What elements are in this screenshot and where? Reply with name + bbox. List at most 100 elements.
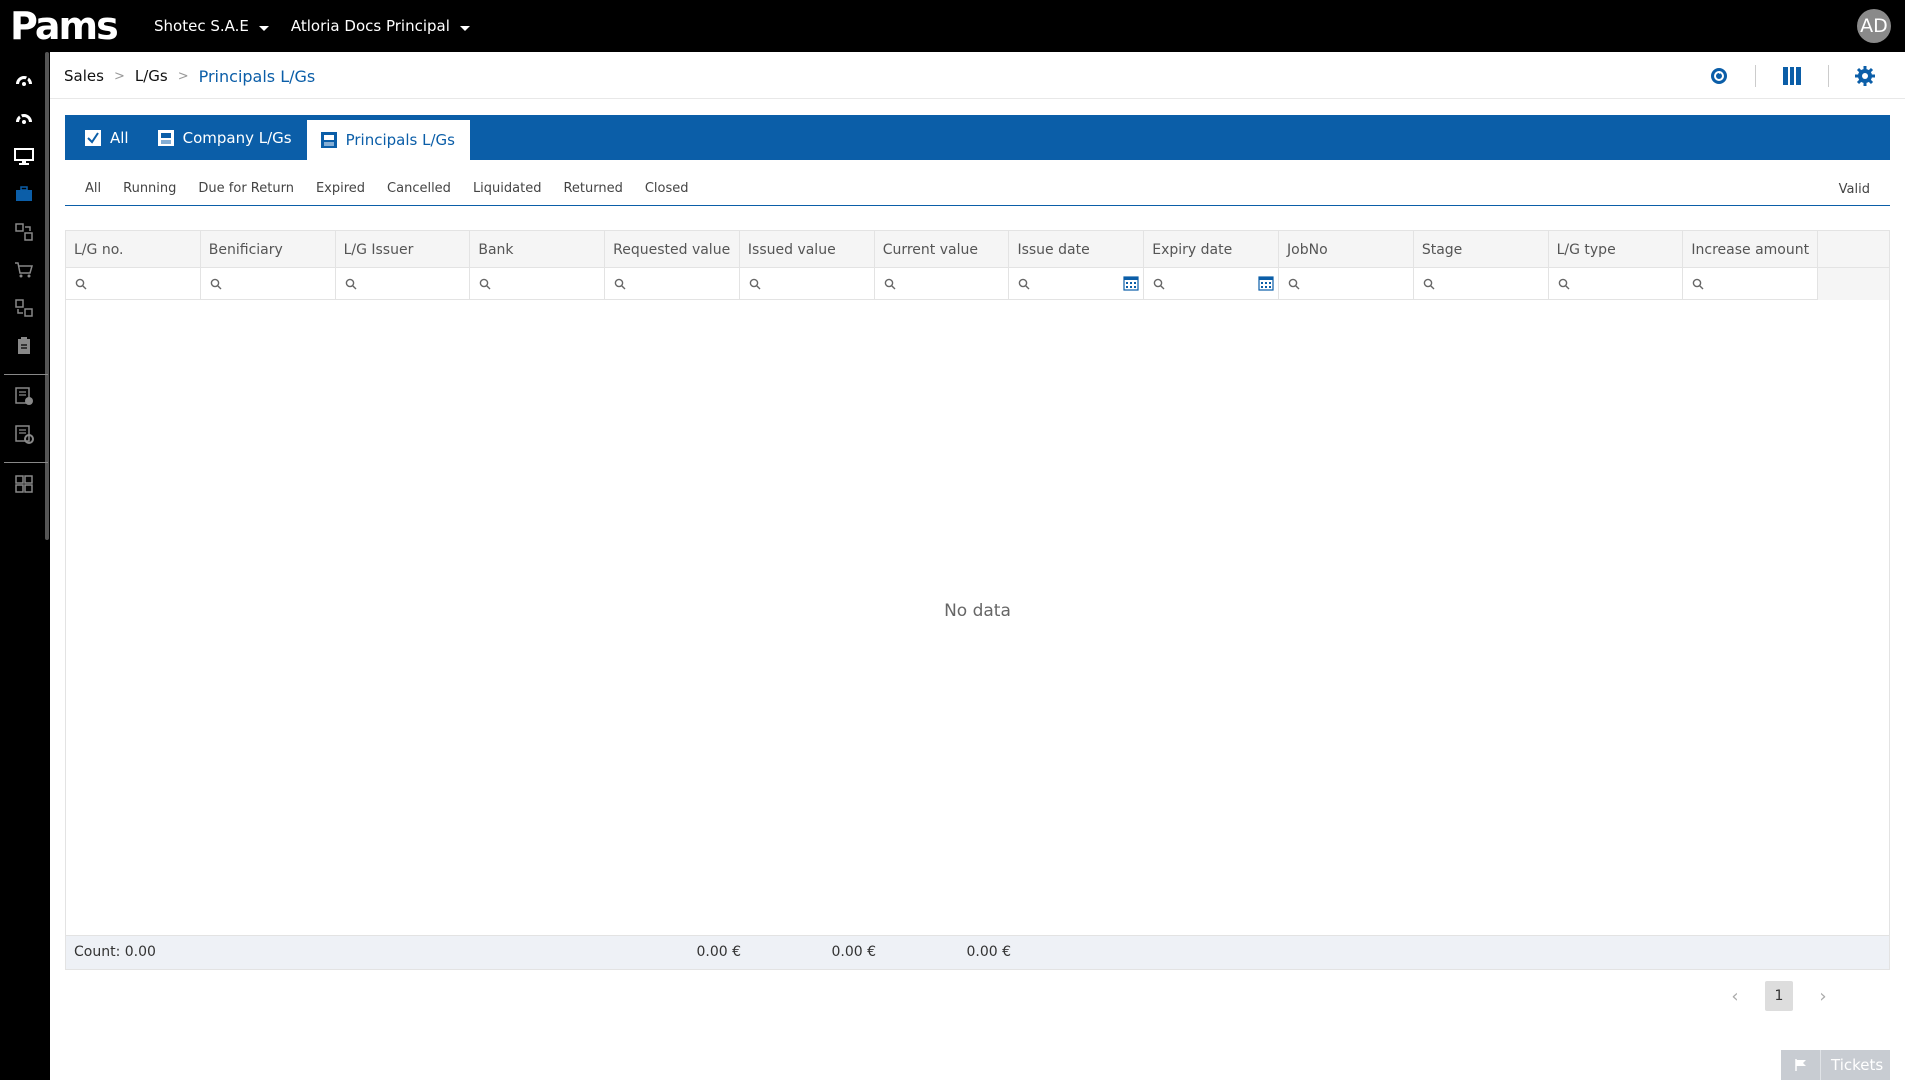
column-filter-input[interactable] [470, 268, 606, 300]
principal-doc-icon [320, 131, 338, 149]
status-filter-returned[interactable]: Returned [563, 181, 622, 196]
clipboard-icon[interactable] [13, 335, 35, 357]
column-filter-input[interactable] [66, 268, 201, 300]
sidebar [0, 52, 50, 1080]
tab-all[interactable]: All [71, 118, 144, 157]
cart-icon[interactable] [13, 259, 35, 281]
column-filter-input[interactable] [201, 268, 336, 300]
tab-principals-lgs[interactable]: Principals L/Gs [306, 120, 470, 160]
empty-state: No data [944, 601, 1011, 621]
divider [1755, 65, 1756, 87]
column-header-lg-issuer[interactable]: L/G Issuer [336, 231, 471, 268]
dashboard-icon[interactable] [13, 107, 35, 129]
column-header-actions [1818, 231, 1889, 268]
column-filter-input[interactable] [1009, 268, 1145, 300]
sidebar-scrollbar[interactable] [45, 52, 49, 540]
search-icon [1288, 275, 1300, 294]
search-icon [614, 275, 626, 294]
chevron-right-icon: > [177, 68, 189, 84]
column-filter-input[interactable] [1279, 268, 1414, 300]
status-filter-closed[interactable]: Closed [645, 181, 689, 196]
page-actions [1671, 62, 1877, 90]
search-icon [749, 275, 761, 294]
refresh-icon[interactable] [1707, 64, 1731, 88]
calendar-icon[interactable] [1258, 275, 1274, 291]
column-filter-input[interactable] [1683, 268, 1819, 300]
column-header-lg-type[interactable]: L/G type [1549, 231, 1684, 268]
grid-header-row: L/G no. Benificiary L/G Issuer Bank Requ… [66, 231, 1889, 268]
chevron-left-icon[interactable]: ‹ [1723, 981, 1747, 1011]
column-header-stage[interactable]: Stage [1414, 231, 1549, 268]
search-icon [75, 275, 87, 294]
page-button[interactable]: 1 [1765, 981, 1793, 1011]
data-grid: L/G no. Benificiary L/G Issuer Bank Requ… [65, 230, 1890, 970]
company-selector[interactable]: Shotec S.A.E [154, 17, 269, 35]
grid-filter-row [66, 268, 1890, 300]
search-icon [1423, 275, 1435, 294]
column-filter-input[interactable] [875, 268, 1010, 300]
column-filter-input[interactable] [336, 268, 471, 300]
column-header-current-value[interactable]: Current value [875, 231, 1010, 268]
tab-company-lgs[interactable]: Company L/Gs [144, 118, 307, 157]
column-header-expiry-date[interactable]: Expiry date [1144, 231, 1280, 268]
caret-down-icon [459, 25, 470, 31]
principal-selector[interactable]: Atloria Docs Principal [291, 17, 470, 35]
page-title: Principals L/Gs [198, 66, 316, 86]
column-filter-input[interactable] [1144, 268, 1280, 300]
dashboard-icon[interactable] [13, 69, 35, 91]
column-filter-input[interactable] [1414, 268, 1549, 300]
search-icon [345, 275, 357, 294]
checkbox-icon [84, 129, 102, 147]
settings-icon[interactable] [1853, 64, 1877, 88]
chevron-right-icon[interactable]: › [1811, 981, 1835, 1011]
issued-value-sum: 0.00 € [831, 944, 876, 960]
transfer-icon[interactable] [13, 221, 35, 243]
status-filter-bar: All Running Due for Return Expired Cance… [65, 172, 1890, 206]
columns-icon[interactable] [1780, 64, 1804, 88]
column-header-issue-date[interactable]: Issue date [1009, 231, 1145, 268]
column-header-job-no[interactable]: JobNo [1279, 231, 1414, 268]
status-filter-liquidated[interactable]: Liquidated [473, 181, 542, 196]
status-filter-valid[interactable]: Valid [1839, 182, 1870, 197]
status-filter-all[interactable]: All [85, 181, 101, 196]
breadcrumb-lgs[interactable]: L/Gs [135, 67, 168, 85]
divider [1828, 65, 1829, 87]
search-icon [884, 275, 896, 294]
briefcase-icon[interactable] [13, 183, 35, 205]
divider [50, 98, 1905, 99]
calendar-icon[interactable] [1123, 275, 1139, 291]
status-filter-running[interactable]: Running [123, 181, 176, 196]
current-value-sum: 0.00 € [966, 944, 1011, 960]
avatar[interactable]: AD [1857, 9, 1891, 43]
list-gear-icon[interactable] [13, 423, 35, 445]
tickets-button[interactable]: Tickets [1781, 1050, 1890, 1080]
pagination: ‹ 1 › [1723, 981, 1835, 1011]
search-icon [1558, 275, 1570, 294]
monitor-icon[interactable] [13, 145, 35, 167]
status-filter-cancelled[interactable]: Cancelled [387, 181, 451, 196]
breadcrumb-sales[interactable]: Sales [64, 67, 104, 85]
grid-icon[interactable] [13, 473, 35, 495]
column-filter-input[interactable] [740, 268, 875, 300]
column-filter-input[interactable] [1549, 268, 1684, 300]
caret-down-icon [258, 25, 269, 31]
column-header-requested-value[interactable]: Requested value [605, 231, 740, 268]
top-bar: Pams Shotec S.A.E Atloria Docs Principal… [0, 0, 1905, 52]
row-count: Count: 0.00 [74, 944, 156, 960]
search-icon [1153, 275, 1165, 294]
requested-value-sum: 0.00 € [696, 944, 741, 960]
column-header-increase-amount[interactable]: Increase amount [1683, 231, 1819, 268]
column-header-issued-value[interactable]: Issued value [740, 231, 875, 268]
column-header-beneficiary[interactable]: Benificiary [201, 231, 336, 268]
column-header-bank[interactable]: Bank [470, 231, 606, 268]
transfer-icon[interactable] [13, 297, 35, 319]
app-logo[interactable]: Pams [0, 0, 132, 52]
status-filter-due-for-return[interactable]: Due for Return [198, 181, 294, 196]
sidebar-divider [4, 374, 48, 375]
list-check-icon[interactable] [13, 385, 35, 407]
breadcrumb: Sales > L/Gs > Principals L/Gs [64, 62, 315, 90]
column-header-lg-no[interactable]: L/G no. [66, 231, 201, 268]
column-filter-actions [1818, 268, 1890, 300]
status-filter-expired[interactable]: Expired [316, 181, 365, 196]
column-filter-input[interactable] [605, 268, 740, 300]
